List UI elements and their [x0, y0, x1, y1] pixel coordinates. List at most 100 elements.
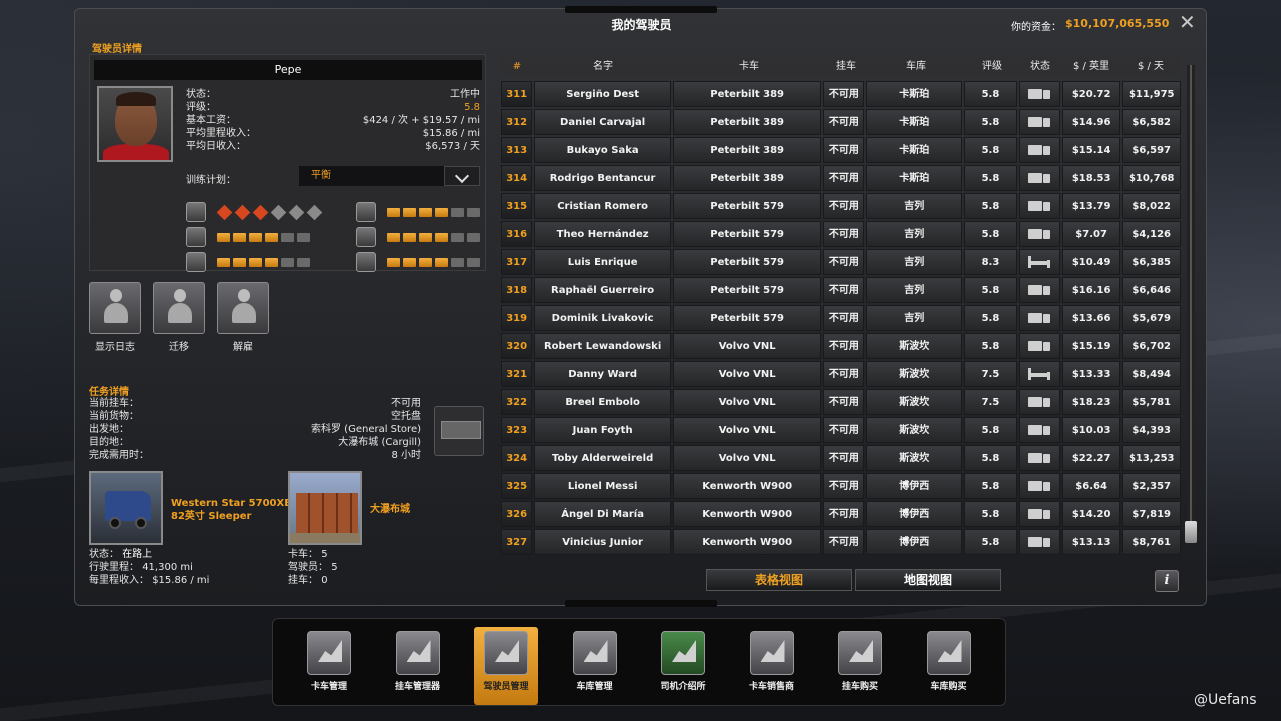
scrollbar-thumb[interactable] — [1185, 521, 1197, 543]
row-rating: 5.8 — [964, 137, 1017, 163]
row-trailer: 不可用 — [823, 473, 865, 499]
resting-icon — [1028, 256, 1051, 268]
row-garage: 斯波坎 — [866, 389, 963, 415]
table-row[interactable]: 316 Theo Hernández Peterbilt 579 不可用 吉列 5.8 $7… — [501, 221, 1182, 247]
dock-item[interactable]: 卡车管理 — [297, 627, 361, 705]
row-per-mile: $10.49 — [1061, 249, 1121, 275]
job-label: 目的地： — [89, 437, 129, 448]
table-row[interactable]: 314 Rodrigo Bentancur Peterbilt 389 不可用 卡斯珀 5… — [501, 165, 1182, 191]
row-rating: 5.8 — [964, 305, 1017, 331]
job-value: 索科罗 (General Store) — [311, 424, 421, 435]
chevron-down-icon[interactable] — [444, 166, 480, 186]
job-label: 当前货物： — [89, 411, 139, 422]
col-per-mile[interactable]: $ / 英里 — [1061, 57, 1121, 77]
table-row[interactable]: 327 Vinicius Junior Kenworth W900 不可用 博伊西 5.8… — [501, 529, 1182, 555]
truck-chart-icon — [307, 631, 351, 675]
driver-details-title: 驾驶员详情 — [92, 44, 142, 55]
table-row[interactable]: 317 Luis Enrique Peterbilt 579 不可用 吉列 8.3 $10.… — [501, 249, 1182, 275]
col-name[interactable]: 名字 — [533, 57, 673, 77]
table-row[interactable]: 319 Dominik Livakovic Peterbilt 579 不可用 吉列 5.… — [501, 305, 1182, 331]
dock-item[interactable]: 挂车管理器 — [386, 627, 450, 705]
dock-item-label: 挂车购买 — [841, 682, 878, 692]
row-garage: 斯波坎 — [866, 445, 963, 471]
relocate-button[interactable] — [153, 282, 205, 334]
table-row[interactable]: 324 Toby Alderweireld Volvo VNL 不可用 斯波坎 5.8 $2… — [501, 445, 1182, 471]
table-row[interactable]: 312 Daniel Carvajal Peterbilt 389 不可用 卡斯珀 5.8… — [501, 109, 1182, 135]
drivers-window: 我的驾驶员 你的资金： $10,107,065,550 ✕ 驾驶员详情 Pepe… — [74, 6, 1207, 607]
dock-item[interactable]: 车库购买 — [917, 627, 981, 705]
close-icon[interactable]: ✕ — [1179, 10, 1196, 34]
job-value: 空托盘 — [391, 411, 421, 422]
row-num: 322 — [501, 389, 533, 415]
row-rating: 5.8 — [964, 473, 1017, 499]
table-row[interactable]: 313 Bukayo Saka Peterbilt 389 不可用 卡斯珀 5.8 $15.… — [501, 137, 1182, 163]
row-trailer: 不可用 — [823, 109, 865, 135]
garage-trucks-label: 卡车： — [288, 549, 318, 560]
truck-thumbnail[interactable] — [89, 471, 163, 545]
row-name: Breel Embolo — [534, 389, 671, 415]
row-garage: 博伊西 — [866, 529, 963, 555]
truck-dealer-icon — [749, 631, 794, 675]
table-row[interactable]: 318 Raphaël Guerreiro Peterbilt 579 不可用 吉列 5.… — [501, 277, 1182, 303]
fire-button[interactable] — [217, 282, 269, 334]
urgent-skill-icon — [356, 227, 376, 247]
dock-item-label: 车库购买 — [930, 682, 967, 692]
row-garage: 吉列 — [866, 305, 963, 331]
truck-mileage: 行驶里程： 41,300 mi — [89, 561, 193, 574]
driving-icon — [1028, 171, 1051, 185]
table-row[interactable]: 321 Danny Ward Volvo VNL 不可用 斯波坎 7.5 $13.33 $8,… — [501, 361, 1182, 387]
table-row[interactable]: 326 Ángel Di María Kenworth W900 不可用 博伊西 5.8 $… — [501, 501, 1182, 527]
col-num[interactable]: # — [501, 57, 533, 77]
row-rating: 5.8 — [964, 417, 1017, 443]
table-row[interactable]: 315 Cristian Romero Peterbilt 579 不可用 吉列 5.8 $… — [501, 193, 1182, 219]
col-per-day[interactable]: $ / 天 — [1121, 57, 1181, 77]
row-per-day: $5,781 — [1122, 389, 1182, 415]
dock-item[interactable]: 车库管理 — [563, 627, 627, 705]
table-row[interactable]: 320 Robert Lewandowski Volvo VNL 不可用 斯波坎 5.8 $… — [501, 333, 1182, 359]
row-name: Raphaël Guerreiro — [534, 277, 671, 303]
row-rating: 5.8 — [964, 221, 1017, 247]
col-status[interactable]: 状态 — [1019, 57, 1061, 77]
stat-value: 工作中 — [450, 89, 480, 100]
bottom-dock: 卡车管理 挂车管理器 驾驶员管理 车库管理 司机介绍所 卡车销售商 挂车购买 车库购买 — [272, 618, 1006, 706]
truck-status-label: 状态： — [89, 549, 119, 560]
dock-item[interactable]: 司机介绍所 — [651, 627, 715, 705]
dock-item[interactable]: 驾驶员管理 — [474, 627, 538, 705]
col-trailer[interactable]: 挂车 — [825, 57, 867, 77]
table-scrollbar[interactable] — [1185, 65, 1197, 543]
dock-item[interactable]: 挂车购买 — [828, 627, 892, 705]
driving-icon — [1028, 507, 1051, 521]
row-per-mile: $15.14 — [1061, 137, 1121, 163]
show-log-button[interactable] — [89, 282, 141, 334]
table-row[interactable]: 322 Breel Embolo Volvo VNL 不可用 斯波坎 7.5 $18.23 $… — [501, 389, 1182, 415]
job-value: 大瀑布城 (Cargill) — [338, 437, 421, 448]
info-icon[interactable]: i — [1155, 570, 1179, 592]
training-plan-select[interactable]: 平衡 — [299, 166, 444, 186]
row-num: 316 — [501, 221, 533, 247]
garage-name: 大瀑布城 — [370, 504, 410, 515]
col-truck[interactable]: 卡车 — [673, 57, 825, 77]
truck-mileage-label: 行驶里程： — [89, 562, 139, 573]
table-row[interactable]: 323 Juan Foyth Volvo VNL 不可用 斯波坎 5.8 $10.03 $4,… — [501, 417, 1182, 443]
row-name: Ángel Di María — [534, 501, 671, 527]
map-view-button[interactable]: 地图视图 — [855, 569, 1001, 591]
row-garage: 博伊西 — [866, 501, 963, 527]
table-row[interactable]: 311 Sergiño Dest Peterbilt 389 不可用 卡斯珀 5.8 $20… — [501, 81, 1182, 107]
col-garage[interactable]: 车库 — [867, 57, 965, 77]
row-name: Daniel Carvajal — [534, 109, 671, 135]
driver-name: Pepe — [94, 60, 482, 80]
row-per-mile: $10.03 — [1061, 417, 1121, 443]
garage-thumbnail[interactable] — [288, 471, 362, 545]
truck-name: Western Star 5700XE 82英寸 Sleeper — [171, 497, 291, 523]
row-name: Sergiño Dest — [534, 81, 671, 107]
dock-item[interactable]: 卡车销售商 — [740, 627, 804, 705]
col-rating[interactable]: 评级 — [965, 57, 1019, 77]
row-per-mile: $18.23 — [1061, 389, 1121, 415]
table-row[interactable]: 325 Lionel Messi Kenworth W900 不可用 博伊西 5.8 $6.… — [501, 473, 1182, 499]
row-per-day: $8,761 — [1122, 529, 1182, 555]
training-plan-label: 训练计划： — [186, 175, 236, 186]
row-rating: 5.8 — [964, 529, 1017, 555]
trailer-chart-icon — [395, 631, 440, 675]
table-view-button[interactable]: 表格视图 — [706, 569, 852, 591]
row-name: Theo Hernández — [534, 221, 671, 247]
